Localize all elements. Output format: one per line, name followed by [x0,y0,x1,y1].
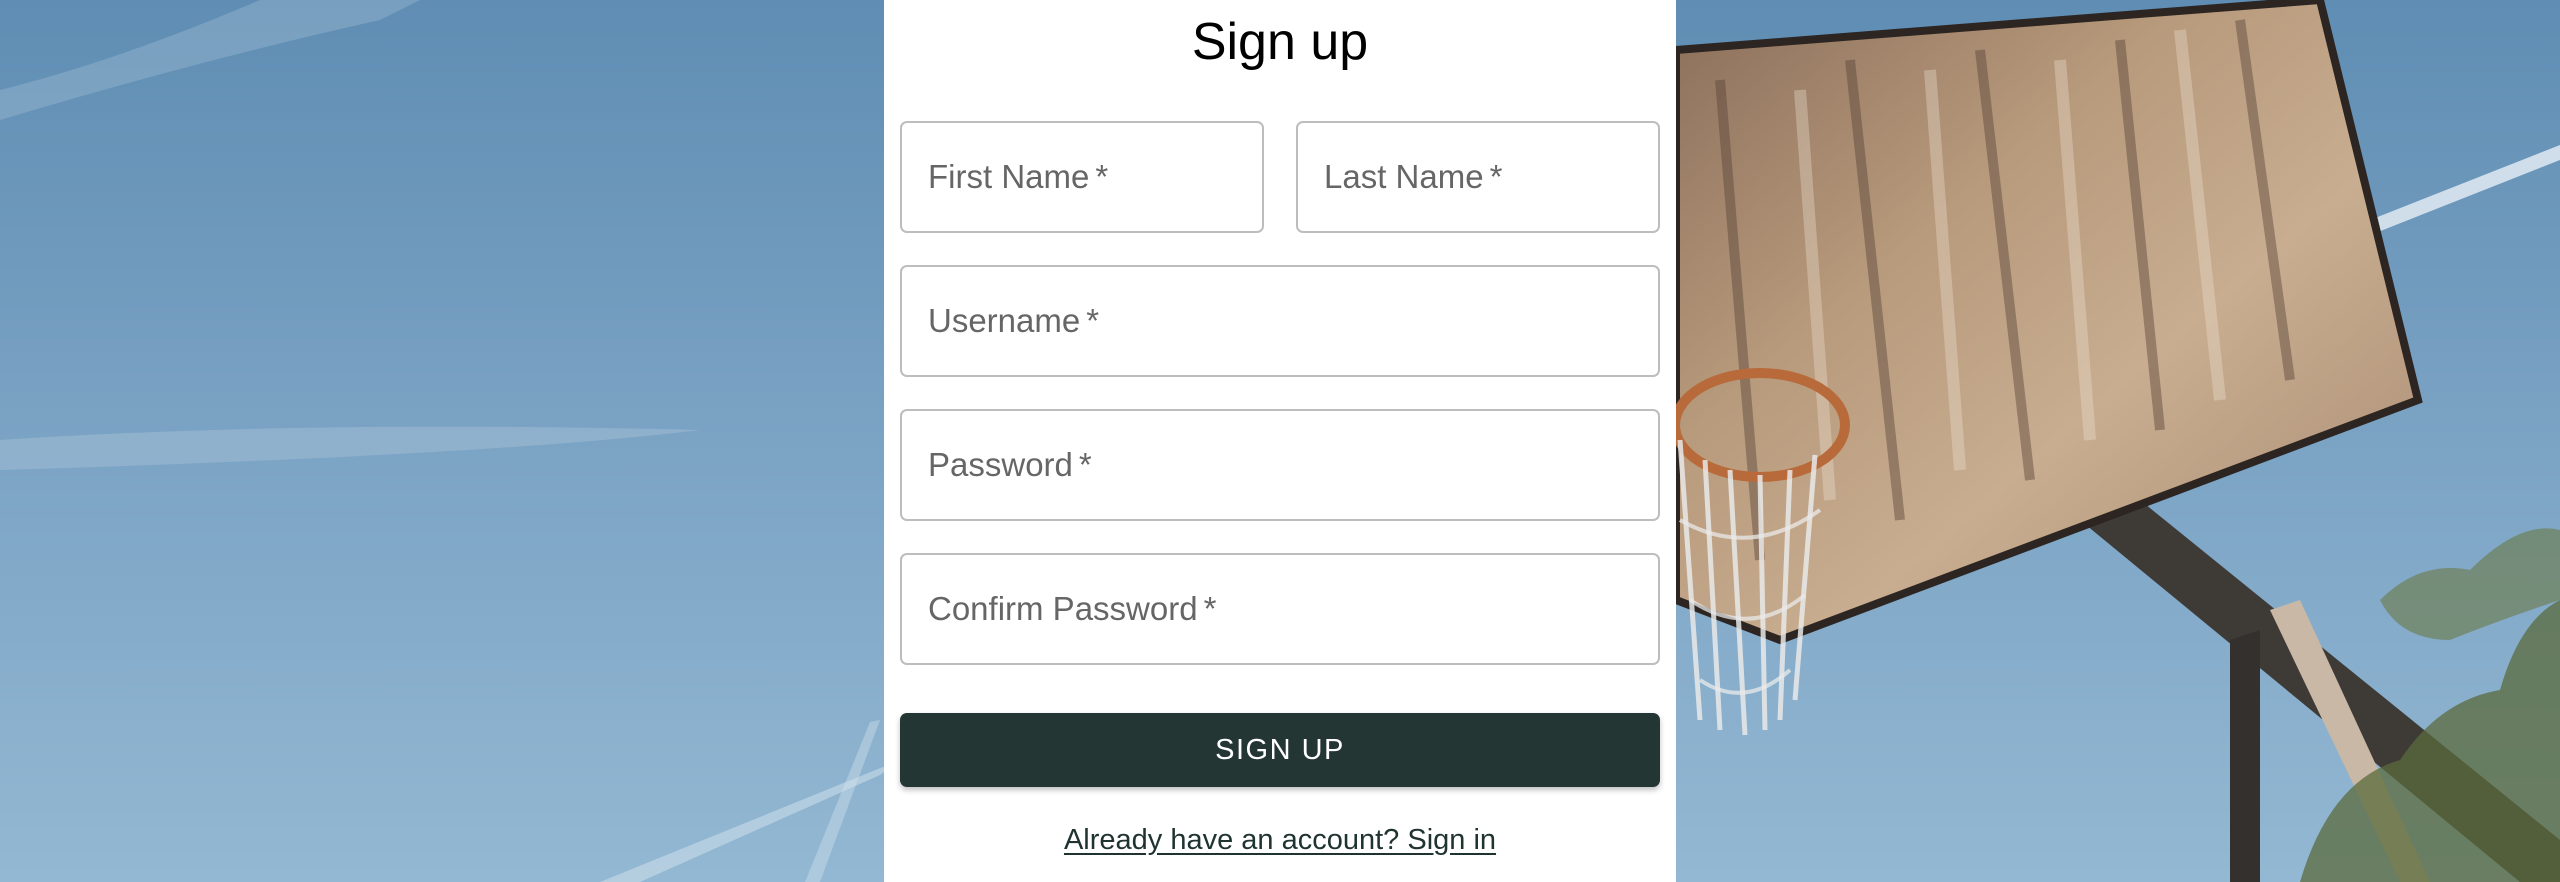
required-mark: * [1086,302,1100,339]
sign-in-link[interactable]: Already have an account? Sign in [1064,824,1496,856]
required-mark: * [1095,158,1109,195]
confirm-password-field[interactable]: Confirm Password * [900,553,1660,665]
username-label-text: Username [928,302,1081,339]
required-mark: * [1078,446,1092,483]
required-mark: * [1489,158,1503,195]
confirm-password-label: Confirm Password * [928,555,1216,663]
signin-link-container: Already have an account? Sign in [884,818,1676,862]
first-name-label-text: First Name [928,158,1090,195]
first-name-field[interactable]: First Name * [900,121,1264,233]
username-field[interactable]: Username * [900,265,1660,377]
sign-up-button[interactable]: SIGN UP [900,713,1660,787]
first-name-label: First Name * [928,123,1108,231]
username-label: Username * [928,267,1099,375]
last-name-label: Last Name * [1324,123,1502,231]
signup-card: Sign up First Name * Last Name * Username *… [884,0,1676,882]
last-name-field[interactable]: Last Name * [1296,121,1660,233]
required-mark: * [1203,590,1217,627]
page: Sign up First Name * Last Name * Username *… [0,0,2560,882]
last-name-label-text: Last Name [1324,158,1484,195]
confirm-password-label-text: Confirm Password [928,590,1198,627]
password-field[interactable]: Password * [900,409,1660,521]
password-label: Password * [928,411,1092,519]
password-label-text: Password [928,446,1073,483]
page-title: Sign up [1191,13,1369,71]
